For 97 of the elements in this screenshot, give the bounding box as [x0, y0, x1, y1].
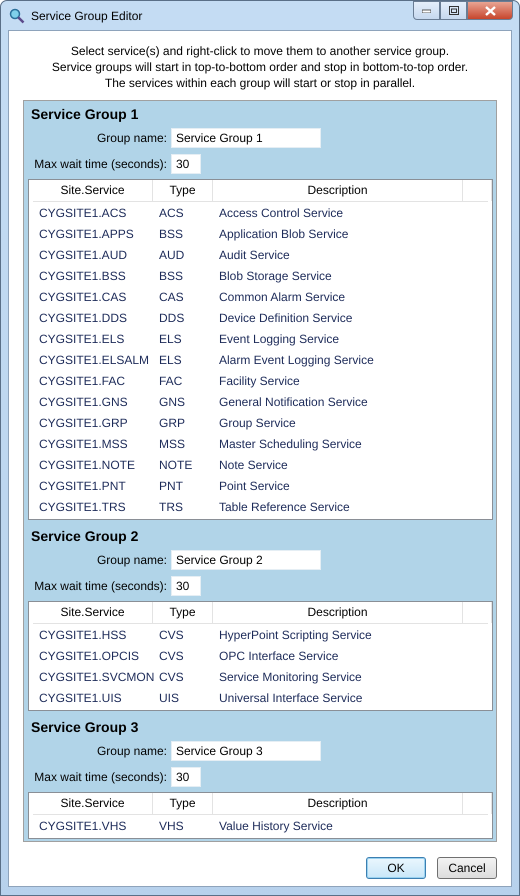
- table-cell-text: CYGSITE1.VHS: [38, 818, 128, 832]
- minimize-button[interactable]: [413, 1, 440, 20]
- table-cell-text: NOTE: [158, 458, 194, 472]
- table-cell-text: ELS: [158, 332, 183, 346]
- table-cell-text: OPC Interface Service: [218, 648, 340, 662]
- table-cell-text: Alarm Event Logging Service: [218, 352, 375, 366]
- instruction-text: The services within each group will start or stop in parallel.: [104, 75, 416, 91]
- table-cell-text: Note Service: [218, 458, 289, 472]
- table-cell-text: CYGSITE1.CAS: [38, 290, 128, 304]
- table-cell-text: CYGSITE1.GRP: [38, 416, 129, 430]
- table-cell-text: Service Monitoring Service: [218, 670, 363, 684]
- table-cell-text: CYGSITE1.MSS: [38, 436, 129, 450]
- table-cell-text: MSS: [158, 436, 186, 450]
- table-cell-text: CAS: [158, 290, 185, 304]
- table-cell-text: GRP: [158, 416, 186, 430]
- table-cell-text: UIS: [158, 690, 180, 704]
- column-header[interactable]: Type: [153, 793, 213, 814]
- magnifier-icon: [9, 8, 25, 24]
- table-cell-text: CYGSITE1.ELSALM: [38, 352, 150, 366]
- table-cell-text: CYGSITE1.ELS: [38, 332, 126, 346]
- maximize-icon: [448, 6, 458, 15]
- table-cell-text: Application Blob Service: [218, 226, 350, 240]
- table-cell-text: TRS: [158, 500, 184, 514]
- table-cell-text: GNS: [158, 394, 186, 408]
- column-header[interactable]: Description: [213, 180, 463, 201]
- field-label: Group name:: [96, 553, 167, 567]
- column-header[interactable]: Description: [213, 602, 463, 623]
- table-cell-text: CYGSITE1.NOTE: [38, 458, 136, 472]
- close-button[interactable]: [467, 1, 513, 20]
- table-cell-text: VHS: [158, 818, 185, 832]
- table-cell-text: FAC: [158, 374, 184, 388]
- group-heading: Service Group 3: [30, 718, 140, 737]
- table-cell-text: Group Service: [218, 416, 297, 430]
- table-cell-text: CYGSITE1.TRS: [38, 500, 127, 514]
- table-cell-text: BSS: [158, 226, 184, 240]
- group-name-field[interactable]: Service Group 1: [171, 128, 321, 148]
- field-label: Group name:: [96, 131, 167, 145]
- group-heading: Service Group 2: [30, 527, 140, 546]
- group-name-field[interactable]: Service Group 2: [171, 550, 321, 570]
- table-cell-text: CYGSITE1.GNS: [38, 394, 129, 408]
- table-cell-text: CYGSITE1.OPCIS: [38, 648, 140, 662]
- table-cell-text: HyperPoint Scripting Service: [218, 628, 373, 642]
- table-cell-text: CYGSITE1.PNT: [38, 478, 127, 492]
- table-cell-text: DDS: [158, 310, 186, 324]
- column-header[interactable]: Site.Service: [33, 180, 153, 201]
- table-cell-text: Point Service: [218, 478, 291, 492]
- table-cell-text: Access Control Service: [218, 206, 344, 220]
- table-cell-text: CYGSITE1.HSS: [38, 628, 128, 642]
- wait-time-field[interactable]: 30: [171, 576, 201, 596]
- table-cell-text: CYGSITE1.APPS: [38, 226, 135, 240]
- table-cell-text: General Notification Service: [218, 394, 369, 408]
- table-cell-text: BSS: [158, 268, 184, 282]
- table-cell-text: Value History Service: [218, 818, 334, 832]
- column-header[interactable]: Description: [213, 793, 463, 814]
- table-cell-text: CYGSITE1.DDS: [38, 310, 128, 324]
- table-cell-text: PNT: [158, 478, 184, 492]
- field-label: Max wait time (seconds):: [33, 770, 167, 784]
- instruction-text: Service groups will start in top-to-bottom order and stop in bottom-to-top order.: [52, 59, 468, 75]
- table-cell-text: CVS: [158, 670, 185, 684]
- maximize-button[interactable]: [440, 1, 467, 20]
- table-cell-text: CYGSITE1.FAC: [38, 374, 126, 388]
- close-icon: [484, 6, 496, 16]
- table-cell-text: Event Logging Service: [218, 332, 340, 346]
- wait-time-field[interactable]: 30: [171, 767, 201, 787]
- table-cell-text: ELS: [158, 352, 183, 366]
- table-cell-text: AUD: [158, 248, 186, 262]
- window-title: Service Group Editor: [31, 8, 142, 22]
- column-header[interactable]: Site.Service: [33, 793, 153, 814]
- table-cell-text: CYGSITE1.AUD: [38, 248, 128, 262]
- instruction-text: Select service(s) and right-click to move them to another service group.: [70, 43, 450, 59]
- column-header[interactable]: Site.Service: [33, 602, 153, 623]
- ok-button[interactable]: OK: [366, 857, 426, 879]
- table-cell-text: Common Alarm Service: [218, 290, 346, 304]
- table-cell-text: Device Definition Service: [218, 310, 354, 324]
- table-cell-text: ACS: [158, 206, 185, 220]
- table-cell-text: CYGSITE1.BSS: [38, 268, 127, 282]
- table-cell-text: Master Scheduling Service: [218, 436, 363, 450]
- column-header[interactable]: Type: [153, 602, 213, 623]
- table-cell-text: Universal Interface Service: [218, 690, 364, 704]
- field-label: Max wait time (seconds):: [33, 157, 167, 171]
- table-cell-text: Table Reference Service: [218, 500, 351, 514]
- table-cell-text: CVS: [158, 628, 185, 642]
- table-cell-text: Blob Storage Service: [218, 268, 333, 282]
- table-cell-text: Facility Service: [218, 374, 301, 388]
- field-label: Max wait time (seconds):: [33, 579, 167, 593]
- column-header[interactable]: Type: [153, 180, 213, 201]
- minimize-icon: [422, 8, 431, 12]
- table-cell-text: CYGSITE1.SVCMON: [38, 670, 153, 684]
- wait-time-field[interactable]: 30: [171, 154, 201, 174]
- cancel-button[interactable]: Cancel: [437, 857, 497, 879]
- field-label: Group name:: [96, 744, 167, 758]
- group-heading: Service Group 1: [30, 105, 140, 124]
- table-cell-text: CYGSITE1.UIS: [38, 690, 123, 704]
- table-cell-text: CVS: [158, 648, 185, 662]
- table-cell-text: CYGSITE1.ACS: [38, 206, 128, 220]
- table-cell-text: Audit Service: [218, 248, 291, 262]
- group-name-field[interactable]: Service Group 3: [171, 741, 321, 761]
